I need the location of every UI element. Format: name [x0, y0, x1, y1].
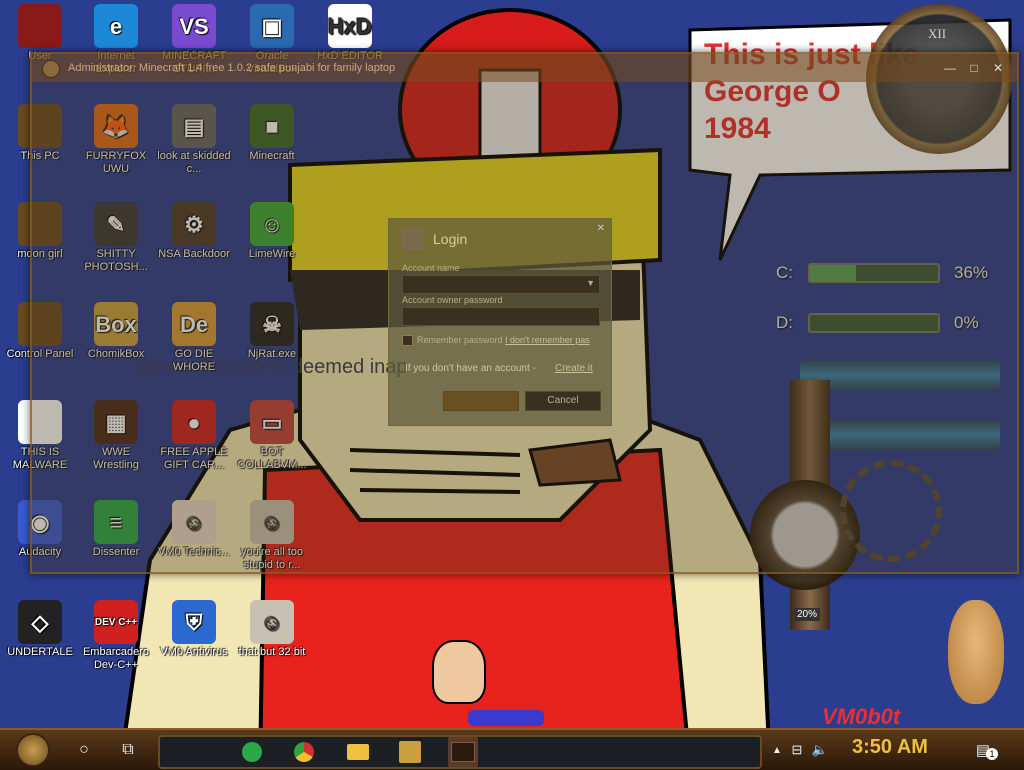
- hank-arm: [468, 710, 544, 726]
- console-icon: [451, 742, 475, 762]
- volume-tray-icon[interactable]: 🔈: [810, 734, 830, 766]
- password-field[interactable]: [402, 307, 600, 326]
- clock-numeral: XII: [928, 26, 947, 41]
- desktop-icon-label: UNDERTALE: [7, 646, 73, 658]
- no-account-text: If you don't have an account -: [405, 363, 536, 374]
- unity-icon: ◇: [18, 600, 62, 644]
- remember-password-label: Remember password: [417, 335, 503, 345]
- taskbar: ○ ⧉ ▲ ⊟ 🔈 3:50 AM ▤ 1: [0, 728, 1024, 770]
- dissenter-icon: [242, 742, 262, 762]
- close-button[interactable]: ✕: [991, 62, 1005, 74]
- task-view-icon: ⧉: [122, 741, 134, 758]
- desktop-icon-label: VM0 Antivirus: [160, 646, 228, 658]
- window-app-icon: [42, 60, 60, 78]
- maximize-button[interactable]: □: [967, 62, 981, 74]
- desktop-icon-label: that but 32 bit: [238, 646, 306, 658]
- window-title: Administrator: Minecraft 1.4 free 1.0.2 …: [68, 62, 396, 74]
- window-titlebar[interactable]: Administrator: Minecraft 1.4 free 1.0.2 …: [32, 54, 1017, 82]
- taskbar-clock[interactable]: 3:50 AM: [852, 736, 928, 759]
- hank-head: [432, 640, 486, 704]
- shield-icon: ⛨: [172, 600, 216, 644]
- taskbar-apps-area: [158, 735, 762, 769]
- account-name-label: Account name: [402, 263, 460, 273]
- circle-search-icon: ○: [79, 741, 89, 758]
- notification-badge: 1: [986, 748, 998, 760]
- steampunk-start-icon: [16, 733, 50, 767]
- user-folder-icon: [18, 4, 62, 48]
- network-tray-icon[interactable]: ⊟: [788, 734, 806, 766]
- hxd-icon: HxD: [328, 4, 372, 48]
- login-button[interactable]: [443, 391, 519, 411]
- desktop-icon[interactable]: ☺ that but 32 bit: [232, 596, 312, 692]
- taskbar-console[interactable]: [448, 737, 478, 767]
- taskbar-explorer[interactable]: [344, 737, 372, 767]
- account-name-field[interactable]: ▼: [402, 275, 600, 294]
- desktop-icon[interactable]: DEV C++ Embarcadero Dev-C++: [76, 596, 156, 692]
- password-label: Account owner password: [402, 295, 503, 305]
- remember-password-checkbox[interactable]: [402, 335, 413, 346]
- vm-watermark: VM0b0t: [822, 704, 901, 729]
- network-icon: ⊟: [791, 742, 803, 757]
- taskbar-dissenter[interactable]: [238, 737, 266, 767]
- forgot-password-link[interactable]: I don't remember pas: [505, 335, 590, 345]
- chrome-icon: [294, 742, 314, 762]
- chevron-up-icon: ▲: [772, 744, 782, 756]
- search-button[interactable]: ○: [70, 734, 98, 766]
- login-close-icon[interactable]: ✕: [597, 223, 605, 234]
- edge-icon: e: [94, 4, 138, 48]
- desktop-icon[interactable]: ◇ UNDERTALE: [0, 596, 80, 692]
- create-account-link[interactable]: Create it: [555, 363, 593, 374]
- action-center-button[interactable]: ▤ 1: [970, 734, 998, 766]
- speaker-muted-icon: 🔈: [811, 742, 829, 757]
- portrait-icon: ☺: [250, 600, 294, 644]
- login-dialog-icon: [401, 227, 425, 251]
- hamster-image: [948, 600, 1004, 704]
- taskbar-chrome[interactable]: [290, 737, 318, 767]
- desktop-icon[interactable]: ⛨ VM0 Antivirus: [154, 596, 234, 692]
- devcpp-icon: DEV C++: [94, 600, 138, 644]
- chomikbox-icon: [399, 741, 421, 763]
- tray-overflow-button[interactable]: ▲: [770, 734, 784, 766]
- task-view-button[interactable]: ⧉: [114, 734, 142, 766]
- taskbar-chomikbox[interactable]: [396, 737, 424, 767]
- start-button[interactable]: [8, 733, 58, 767]
- login-title: Login: [433, 231, 468, 247]
- minimize-button[interactable]: —: [943, 62, 957, 74]
- chevron-down-icon[interactable]: ▼: [586, 278, 595, 288]
- gauge-label: 20%: [794, 608, 821, 621]
- folder-icon: [347, 744, 369, 760]
- cancel-button[interactable]: Cancel: [525, 391, 601, 411]
- hank-hill-image: [428, 640, 544, 730]
- visual-studio-icon: VS: [172, 4, 216, 48]
- desktop-icon-label: Embarcadero Dev-C++: [82, 646, 150, 671]
- login-dialog[interactable]: Login ✕ Account name ▼ Account owner pas…: [388, 218, 612, 426]
- virtualbox-icon: ▣: [250, 4, 294, 48]
